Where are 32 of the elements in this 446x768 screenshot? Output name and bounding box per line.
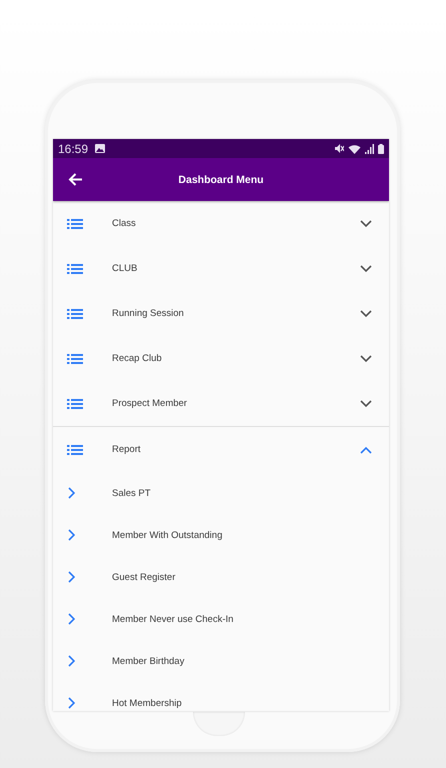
list-icon [67, 398, 83, 408]
app-bar-title: Dashboard Menu [178, 174, 264, 186]
mute-icon [334, 144, 344, 153]
wifi-icon [348, 144, 361, 154]
list-icon [67, 444, 83, 454]
list-icon [67, 264, 83, 274]
menu-item[interactable]: Prospect Member [53, 381, 389, 426]
status-time: 16:59 [58, 142, 88, 156]
chevron-right-icon [68, 571, 75, 583]
chevron-right-icon [68, 655, 75, 667]
menu-item[interactable]: Recap Club [53, 336, 389, 381]
chevron-right-icon [68, 487, 75, 499]
menu-item[interactable]: Class [53, 201, 389, 246]
menu-item[interactable]: Running Session [53, 291, 389, 336]
menu-item[interactable]: Report [53, 427, 389, 472]
menu-item[interactable]: CLUB [53, 246, 389, 291]
signal-icon [365, 144, 374, 154]
list-icon [67, 308, 83, 318]
submenu-item[interactable]: Hot Membership [53, 682, 389, 711]
submenu-item[interactable]: Member Never use Check-In [53, 598, 389, 640]
back-arrow-icon[interactable] [68, 173, 83, 186]
submenu-item[interactable]: Member Birthday [53, 640, 389, 682]
list-icon [67, 218, 83, 228]
list-icon [67, 354, 83, 364]
chevron-right-icon [68, 529, 75, 541]
submenu-item[interactable]: Guest Register [53, 556, 389, 598]
submenu-item[interactable]: Member With Outstanding [53, 514, 389, 556]
submenu-item[interactable]: Sales PT [53, 472, 389, 514]
battery-icon [378, 144, 384, 154]
chevron-right-icon [68, 613, 75, 625]
chevron-right-icon [68, 697, 75, 709]
image-icon [95, 144, 106, 153]
